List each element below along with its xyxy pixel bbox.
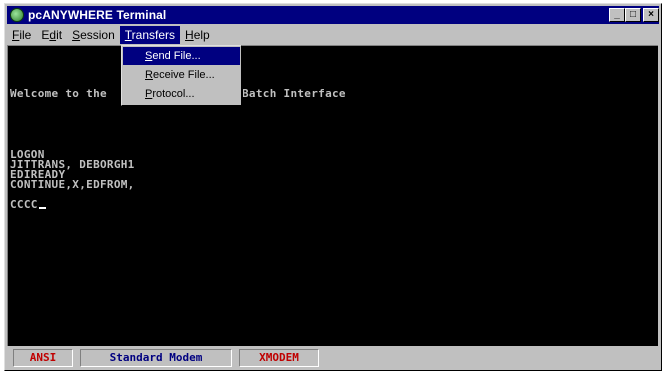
terminal-welcome-right: Batch Interface <box>242 87 346 100</box>
menu-item-protocol[interactable]: Protocol... <box>123 85 240 103</box>
status-emulation: ANSI <box>13 349 73 367</box>
menu-help[interactable]: Help <box>180 26 215 44</box>
window-controls: _ □ × <box>609 8 659 22</box>
terminal-prompt-line: CCCC <box>10 199 46 210</box>
terminal-screen[interactable]: Welcome to the Batch Interface LOGON JIT… <box>7 45 658 346</box>
menu-item-receive-file[interactable]: Receive File... <box>123 66 240 84</box>
status-protocol: XMODEM <box>239 349 319 367</box>
terminal-line: CONTINUE,X,EDFROM, <box>10 178 135 191</box>
maximize-button[interactable]: □ <box>625 8 641 22</box>
menu-item-send-file[interactable]: Send File... <box>123 47 240 65</box>
transfers-dropdown-menu: Send File... Receive File... Protocol... <box>121 45 242 106</box>
title-bar[interactable]: pcANYWHERE Terminal _ □ × <box>7 6 659 24</box>
close-button[interactable]: × <box>643 8 659 22</box>
status-bar: ANSI Standard Modem XMODEM <box>7 346 657 370</box>
menu-transfers[interactable]: Transfers <box>119 25 181 44</box>
menu-session[interactable]: Session <box>67 26 120 44</box>
menu-bar: File Edit Session Transfers Help <box>7 25 659 44</box>
window-title: pcANYWHERE Terminal <box>28 8 167 22</box>
text-cursor <box>38 207 46 209</box>
minimize-button[interactable]: _ <box>609 8 625 22</box>
terminal-line: CCCC <box>10 198 38 211</box>
terminal-window: pcANYWHERE Terminal _ □ × File Edit Sess… <box>4 3 662 371</box>
menu-file[interactable]: File <box>7 26 36 44</box>
terminal-welcome-left: Welcome to the <box>10 87 107 100</box>
pcanywhere-app-icon <box>10 8 24 22</box>
menu-edit[interactable]: Edit <box>36 26 67 44</box>
status-connection: Standard Modem <box>80 349 232 367</box>
